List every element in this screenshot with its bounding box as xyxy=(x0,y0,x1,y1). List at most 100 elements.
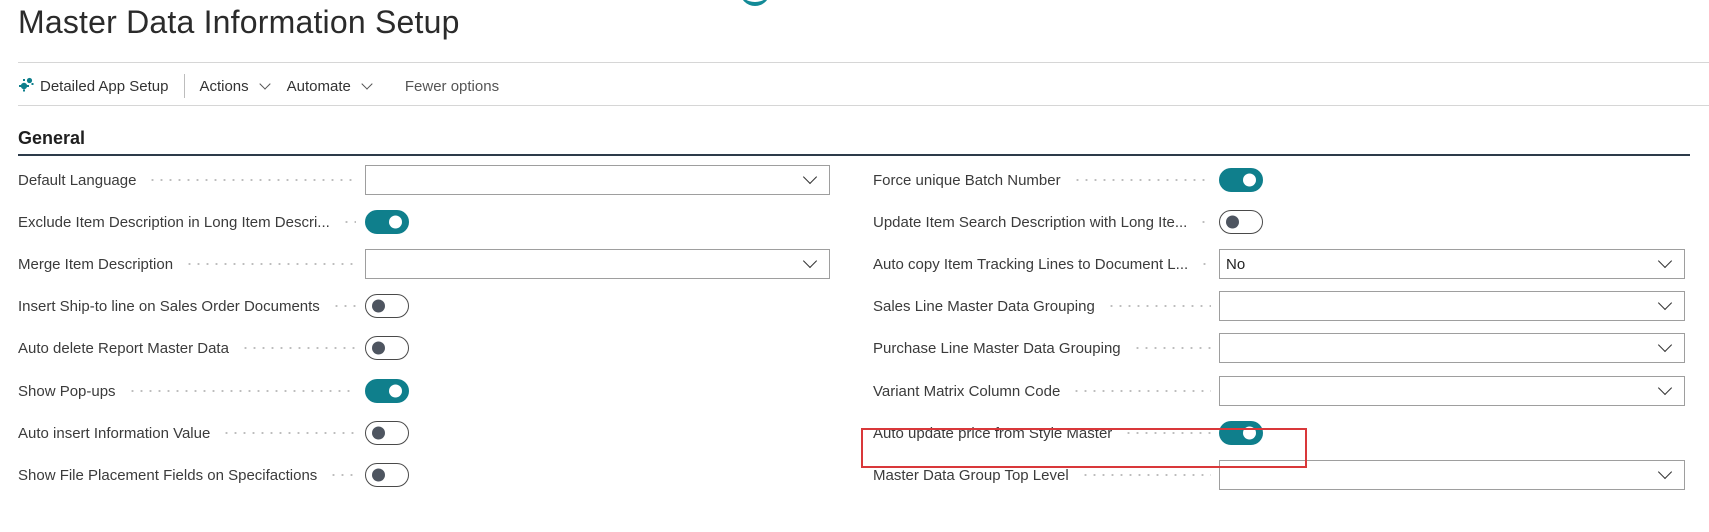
toggle-knob xyxy=(372,426,385,440)
field-label: Force unique Batch Number xyxy=(873,165,1217,195)
field-row-show-file-placement-fields-on-specifactions: Show File Placement Fields on Specifacti… xyxy=(18,460,362,490)
field-label-text: Exclude Item Description in Long Item De… xyxy=(18,213,330,231)
field-label-text: Show File Placement Fields on Specifacti… xyxy=(18,466,318,484)
chevron-down-icon xyxy=(1657,464,1673,480)
fewer-options-label: Fewer options xyxy=(404,77,500,95)
field-label: Auto copy Item Tracking Lines to Documen… xyxy=(873,249,1217,279)
show-pop-ups-toggle[interactable] xyxy=(365,379,409,403)
auto-insert-information-value-toggle[interactable] xyxy=(365,421,409,445)
sales-line-master-data-grouping-select[interactable] xyxy=(1219,291,1685,321)
exclude-item-description-in-long-item-descri-toggle[interactable] xyxy=(365,210,409,234)
action-bar: Detailed App Setup Actions Automate Fewe… xyxy=(18,74,499,98)
leader-dots xyxy=(1072,390,1211,392)
field-label: Sales Line Master Data Grouping xyxy=(873,291,1217,321)
field-label: Auto delete Report Master Data xyxy=(18,333,362,363)
leader-dots xyxy=(222,432,356,434)
field-label-text: Auto delete Report Master Data xyxy=(18,339,229,357)
chevron-down-icon xyxy=(1657,295,1673,311)
field-label-text: Variant Matrix Column Code xyxy=(873,382,1061,400)
field-label: Default Language xyxy=(18,165,362,195)
field-label: Show Pop-ups xyxy=(18,376,362,406)
auto-copy-item-tracking-lines-to-document-l-select[interactable]: No xyxy=(1219,249,1685,279)
divider xyxy=(18,62,1709,63)
field-label: Show File Placement Fields on Specifacti… xyxy=(18,460,362,490)
field-label: Purchase Line Master Data Grouping xyxy=(873,333,1217,363)
field-label-text: Purchase Line Master Data Grouping xyxy=(873,339,1121,357)
show-file-placement-fields-on-specifactions-toggle[interactable] xyxy=(365,463,409,487)
leader-dots xyxy=(1106,305,1211,307)
leader-dots xyxy=(185,263,356,265)
field-label-text: Auto copy Item Tracking Lines to Documen… xyxy=(873,255,1189,273)
field-label-text: Sales Line Master Data Grouping xyxy=(873,297,1095,315)
field-label: Variant Matrix Column Code xyxy=(873,376,1217,406)
chevron-down-icon xyxy=(361,78,373,90)
field-row-force-unique-batch-number: Force unique Batch Number xyxy=(873,165,1217,195)
automate-menu[interactable]: Automate xyxy=(287,78,375,95)
merge-item-description-select[interactable] xyxy=(365,249,830,279)
field-label-text: Master Data Group Top Level xyxy=(873,466,1069,484)
toggle-knob xyxy=(1226,215,1239,229)
toggle-knob xyxy=(389,384,402,398)
chevron-down-icon xyxy=(258,78,271,90)
field-label-text: Auto insert Information Value xyxy=(18,424,211,442)
toolbar-separator xyxy=(184,74,186,98)
chevron-down-icon xyxy=(1657,253,1673,269)
field-label: Insert Ship-to line on Sales Order Docum… xyxy=(18,291,362,321)
field-row-insert-ship-to-line-on-sales-order-documents: Insert Ship-to line on Sales Order Docum… xyxy=(18,291,362,321)
force-unique-batch-number-toggle[interactable] xyxy=(1219,168,1263,192)
variant-matrix-column-code-select[interactable] xyxy=(1219,376,1685,406)
leader-dots xyxy=(341,221,356,223)
toggle-knob xyxy=(372,299,385,313)
field-row-exclude-item-description-in-long-item-descri: Exclude Item Description in Long Item De… xyxy=(18,207,362,237)
toggle-knob xyxy=(372,341,385,355)
field-row-variant-matrix-column-code: Variant Matrix Column Code xyxy=(873,376,1217,406)
fewer-options-button[interactable]: Fewer options xyxy=(405,78,499,95)
leader-dots xyxy=(331,305,356,307)
chevron-down-icon xyxy=(802,169,818,185)
select-value: No xyxy=(1226,255,1246,273)
insert-ship-to-line-on-sales-order-documents-toggle[interactable] xyxy=(365,294,409,318)
auto-delete-report-master-data-toggle[interactable] xyxy=(365,336,409,360)
field-row-update-item-search-description-with-long-ite: Update Item Search Description with Long… xyxy=(873,207,1217,237)
chevron-down-icon xyxy=(1657,337,1673,353)
field-row-purchase-line-master-data-grouping: Purchase Line Master Data Grouping xyxy=(873,333,1217,363)
puzzle-gear-icon xyxy=(18,76,34,96)
logo-fragment xyxy=(740,0,770,6)
section-underline xyxy=(18,154,1690,156)
detailed-app-setup-label: Detailed App Setup xyxy=(40,77,169,95)
default-language-select[interactable] xyxy=(365,165,830,195)
field-row-sales-line-master-data-grouping: Sales Line Master Data Grouping xyxy=(873,291,1217,321)
page-title: Master Data Information Setup xyxy=(18,4,460,40)
field-label-text: Force unique Batch Number xyxy=(873,171,1061,189)
chevron-down-icon xyxy=(1657,380,1673,396)
actions-label: Actions xyxy=(199,77,249,95)
field-label-text: Insert Ship-to line on Sales Order Docum… xyxy=(18,297,320,315)
highlight-box xyxy=(861,428,1307,468)
section-title-general[interactable]: General xyxy=(18,128,85,149)
detailed-app-setup-button[interactable]: Detailed App Setup xyxy=(18,76,168,96)
divider xyxy=(18,105,1709,106)
leader-dots xyxy=(1080,474,1211,476)
leader-dots xyxy=(1199,221,1211,223)
actions-menu[interactable]: Actions xyxy=(199,78,272,95)
field-label: Merge Item Description xyxy=(18,249,362,279)
field-label-text: Update Item Search Description with Long… xyxy=(873,213,1188,231)
field-row-auto-delete-report-master-data: Auto delete Report Master Data xyxy=(18,333,362,363)
field-label-text: Merge Item Description xyxy=(18,255,174,273)
leader-dots xyxy=(148,179,356,181)
field-label: Update Item Search Description with Long… xyxy=(873,207,1217,237)
automate-label: Automate xyxy=(286,77,351,95)
leader-dots xyxy=(1200,263,1211,265)
toggle-knob xyxy=(389,215,402,229)
leader-dots xyxy=(329,474,356,476)
leader-dots xyxy=(1072,179,1211,181)
toggle-knob xyxy=(1243,173,1256,187)
chevron-down-icon xyxy=(802,253,818,269)
field-label-text: Default Language xyxy=(18,171,137,189)
field-row-show-pop-ups: Show Pop-ups xyxy=(18,376,362,406)
leader-dots xyxy=(240,347,356,349)
purchase-line-master-data-grouping-select[interactable] xyxy=(1219,333,1685,363)
leader-dots xyxy=(127,390,356,392)
update-item-search-description-with-long-ite-toggle[interactable] xyxy=(1219,210,1263,234)
toggle-knob xyxy=(372,468,385,482)
